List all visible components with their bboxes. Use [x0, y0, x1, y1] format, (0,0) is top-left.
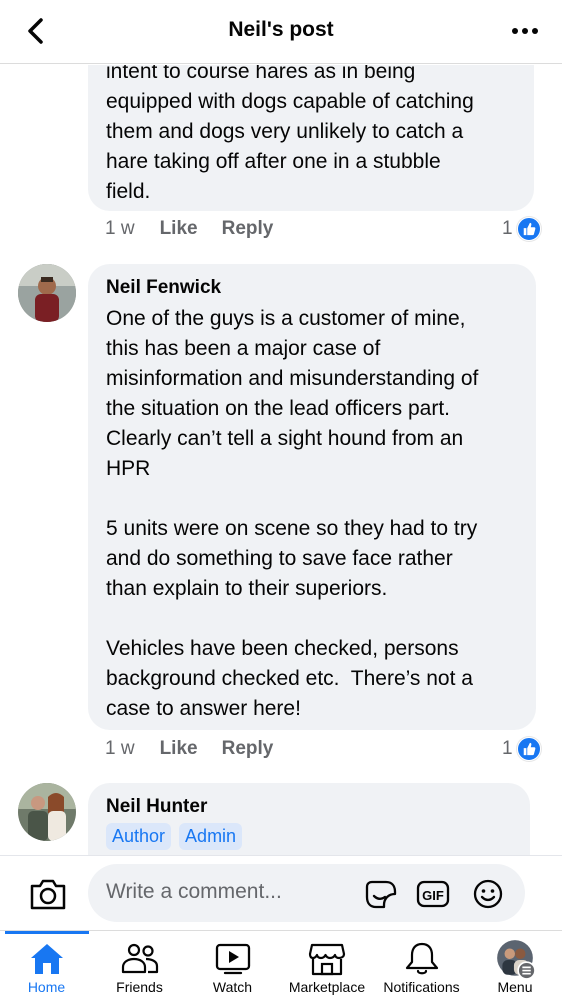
tab-friends[interactable]: Friends: [93, 931, 186, 999]
comment-bubble[interactable]: intent to course hares as in being equip…: [88, 65, 534, 211]
emoji-icon[interactable]: [471, 878, 505, 910]
friends-icon: [121, 943, 158, 974]
tab-label: Marketplace: [288, 979, 366, 995]
tab-label: Menu: [497, 979, 533, 995]
thumbs-up-icon: [516, 217, 541, 241]
tab-notifications[interactable]: Notifications: [375, 931, 468, 999]
tab-marketplace[interactable]: Marketplace: [279, 931, 375, 999]
reply-button[interactable]: Reply: [222, 738, 274, 760]
avatar[interactable]: [18, 783, 76, 841]
comment-bubble[interactable]: Neil Hunter Author Admin: [88, 783, 530, 855]
reaction-summary[interactable]: 1: [502, 734, 541, 764]
page-title: Neil's post: [228, 18, 334, 41]
like-button[interactable]: Like: [160, 218, 198, 240]
more-options-icon[interactable]: [510, 16, 540, 46]
home-icon: [30, 944, 63, 974]
comment-time[interactable]: 1 w: [105, 218, 135, 240]
tab-menu[interactable]: Menu: [468, 931, 562, 999]
reaction-count: 1: [502, 218, 513, 239]
like-button[interactable]: Like: [160, 738, 198, 760]
comment-composer: Write a comment... GIF: [0, 855, 562, 930]
tab-label: Notifications: [383, 979, 460, 995]
reaction-summary[interactable]: 1: [502, 214, 541, 244]
comment-placeholder: Write a comment...: [106, 880, 282, 903]
comment-text: intent to course hares as in being equip…: [106, 65, 474, 203]
tab-watch[interactable]: Watch: [186, 931, 279, 999]
marketplace-icon: [308, 943, 346, 976]
menu-icon: [497, 940, 536, 980]
comment-author[interactable]: Neil Fenwick: [106, 276, 518, 300]
comment-thread: intent to course hares as in being equip…: [0, 65, 562, 855]
top-bar: Neil's post: [0, 0, 562, 64]
admin-badge: Admin: [179, 823, 243, 850]
reply-button[interactable]: Reply: [222, 218, 274, 240]
watch-icon: [215, 943, 250, 975]
tab-home[interactable]: Home: [0, 931, 93, 999]
thumbs-up-icon: [516, 737, 541, 761]
bottom-navigation: Home Friends Watch Marketplace Notificat…: [0, 930, 562, 999]
reaction-count: 1: [502, 738, 513, 759]
comment-time[interactable]: 1 w: [105, 738, 135, 760]
bell-icon: [405, 942, 438, 975]
comment-bubble[interactable]: Neil Fenwick One of the guys is a custom…: [88, 264, 536, 730]
tab-label: Watch: [212, 979, 253, 995]
comment-text: One of the guys is a customer of mine, t…: [106, 307, 479, 720]
author-badge: Author: [106, 823, 172, 850]
comment-actions: 1 w Like Reply: [105, 214, 297, 244]
camera-icon[interactable]: [28, 876, 68, 912]
comment-author[interactable]: Neil Hunter: [106, 795, 512, 819]
author-badges: Author Admin: [106, 823, 512, 850]
svg-text:GIF: GIF: [422, 888, 444, 903]
tab-label: Friends: [116, 979, 163, 995]
tab-label: Home: [27, 979, 66, 995]
sticker-icon[interactable]: [364, 878, 398, 910]
comment-input[interactable]: Write a comment... GIF: [88, 864, 525, 922]
avatar[interactable]: [18, 264, 76, 322]
gif-icon[interactable]: GIF: [416, 878, 450, 910]
comment-actions: 1 w Like Reply: [105, 734, 297, 764]
